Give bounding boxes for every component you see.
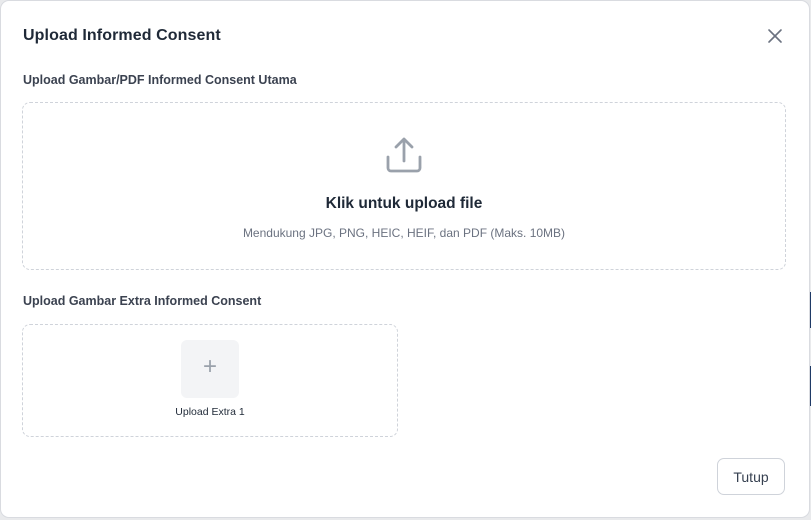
tutup-button[interactable]: Tutup xyxy=(717,458,785,495)
plus-icon: + xyxy=(202,353,217,380)
extra-upload-label: Upload Gambar Extra Informed Consent xyxy=(23,294,262,308)
upload-icon xyxy=(386,137,422,173)
modal-title: Upload Informed Consent xyxy=(23,27,221,44)
dropzone-subtitle: Mendukung JPG, PNG, HEIC, HEIF, dan PDF … xyxy=(242,226,566,240)
modal-header: Upload Informed Consent xyxy=(1,1,809,71)
dropzone-title: Klik untuk upload file xyxy=(325,195,483,212)
upload-extra-1-caption: Upload Extra 1 xyxy=(175,406,245,418)
upload-extra-1-button[interactable]: + xyxy=(181,340,239,398)
close-button[interactable] xyxy=(765,26,785,46)
main-upload-dropzone[interactable]: Klik untuk upload file Mendukung JPG, PN… xyxy=(22,102,786,270)
upload-consent-modal: Upload Informed Consent Upload Gambar/PD… xyxy=(1,1,809,517)
main-upload-label: Upload Gambar/PDF Informed Consent Utama xyxy=(23,73,297,87)
extra-upload-area: + Upload Extra 1 xyxy=(22,324,398,437)
close-icon xyxy=(768,29,782,43)
